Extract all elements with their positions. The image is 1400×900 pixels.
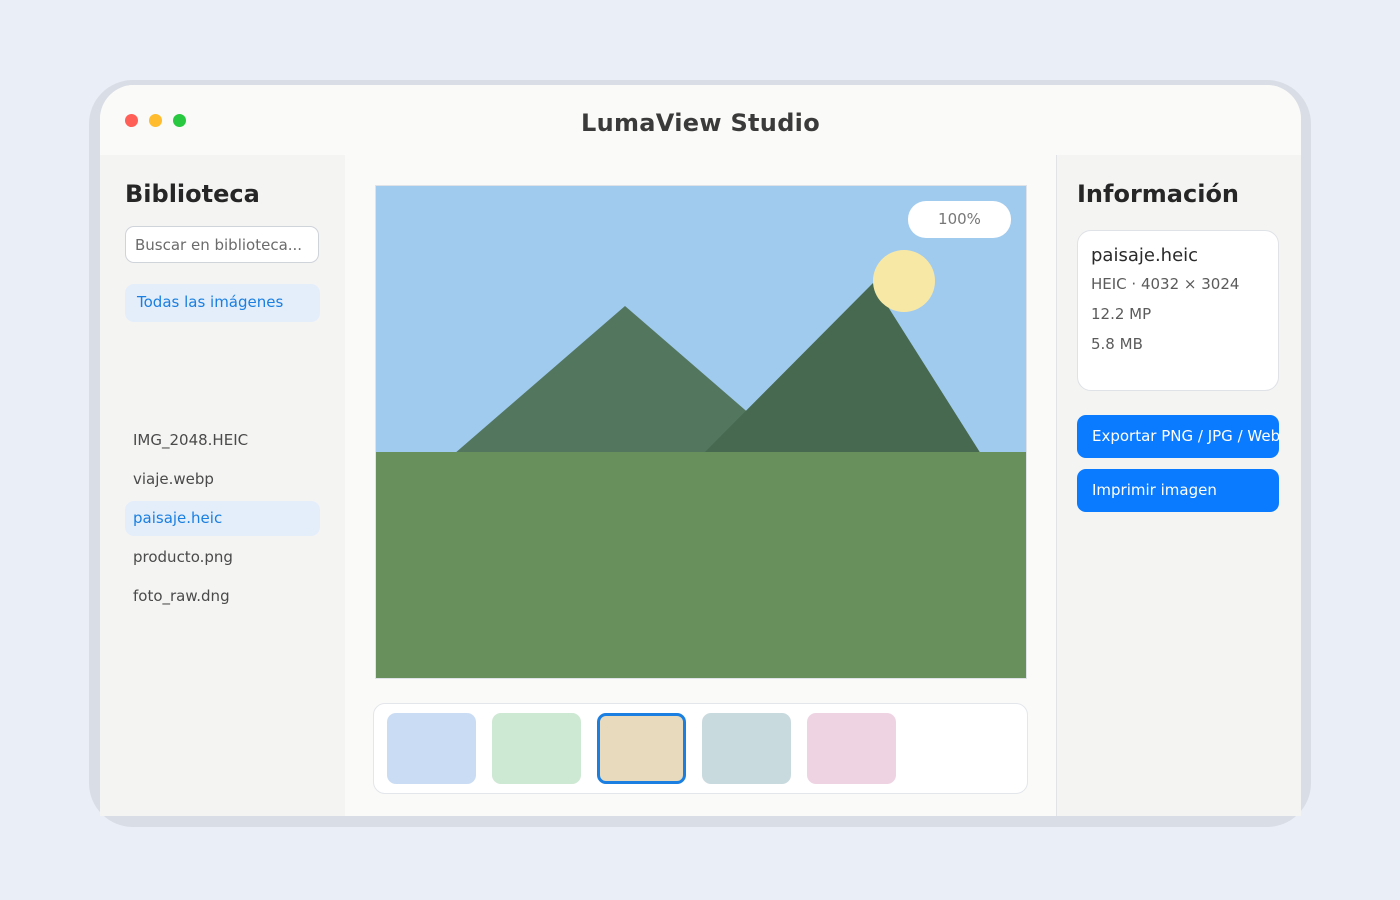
file-item[interactable]: viaje.webp: [125, 462, 320, 497]
device-frame: LumaView Studio Biblioteca Todas las imá…: [89, 80, 1311, 827]
info-file-size: 5.8 MB: [1091, 335, 1143, 353]
sidebar-heading: Biblioteca: [125, 180, 260, 208]
file-item[interactable]: IMG_2048.HEIC: [125, 423, 320, 458]
app-window: LumaView Studio Biblioteca Todas las imá…: [100, 85, 1301, 816]
info-format-dimensions: HEIC · 4032 × 3024: [1091, 275, 1240, 293]
thumbnail[interactable]: [492, 713, 581, 784]
info-heading: Información: [1077, 180, 1240, 208]
zoom-level-indicator[interactable]: 100%: [908, 201, 1011, 238]
thumbnail[interactable]: [807, 713, 896, 784]
thumbnail-strip: [373, 703, 1028, 794]
image-preview[interactable]: 100%: [375, 185, 1027, 679]
title-bar: LumaView Studio: [100, 85, 1301, 155]
app-title: LumaView Studio: [580, 109, 820, 137]
viewer-area: 100%: [345, 155, 1056, 816]
info-file-name: paisaje.heic: [1091, 245, 1199, 266]
print-button[interactable]: Imprimir imagen: [1077, 469, 1279, 512]
thumbnail-selected[interactable]: [597, 713, 686, 784]
library-search-input[interactable]: [125, 226, 319, 263]
landscape-image: [376, 186, 1026, 678]
ground: [376, 452, 1026, 678]
info-megapixels: 12.2 MP: [1091, 305, 1152, 323]
file-item[interactable]: producto.png: [125, 540, 320, 575]
file-item-selected[interactable]: paisaje.heic: [125, 501, 320, 536]
export-button[interactable]: Exportar PNG / JPG / WebP: [1077, 415, 1279, 458]
nav-all-images[interactable]: Todas las imágenes: [125, 284, 320, 322]
thumbnail[interactable]: [387, 713, 476, 784]
library-sidebar: Biblioteca Todas las imágenes IMG_2048.H…: [100, 155, 345, 816]
sun: [873, 250, 935, 312]
info-panel: Información paisaje.heic HEIC · 4032 × 3…: [1056, 155, 1301, 816]
file-info-card: paisaje.heic HEIC · 4032 × 3024 12.2 MP …: [1077, 230, 1279, 391]
file-item[interactable]: foto_raw.dng: [125, 579, 320, 614]
thumbnail[interactable]: [702, 713, 791, 784]
